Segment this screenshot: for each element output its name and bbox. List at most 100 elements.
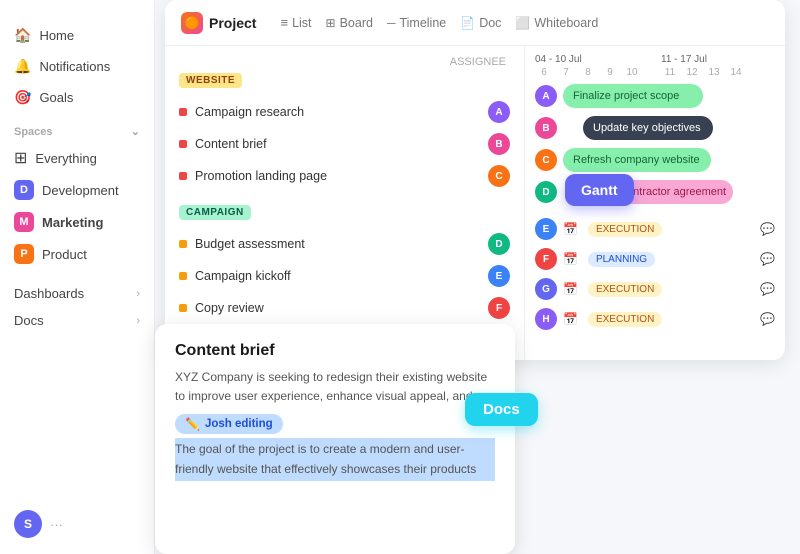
gantt-day: 9 [601,67,619,78]
everything-icon: ⊞ [14,148,27,168]
assignee-avatar: H [535,308,557,330]
tab-board[interactable]: ⊞ Board [326,14,373,32]
task-dot [179,240,187,248]
main-area: 🟠 Project ≡ List ⊞ Board ─ Timeline 📄 [155,0,800,554]
task-name: Copy review [195,301,264,315]
tab-whiteboard[interactable]: ⬜ Whiteboard [515,14,598,32]
sidebar-item-product[interactable]: P Product [0,238,154,270]
assignee-avatar: D [535,181,557,203]
task-name: Campaign kickoff [195,269,291,283]
assignee-avatar: G [535,278,557,300]
tab-doc-label: Doc [479,16,501,30]
tab-list-label: List [292,16,311,30]
project-body: ASSIGNEE WEBSITE Campaign research A Con… [165,46,785,360]
task-list-panel: ASSIGNEE WEBSITE Campaign research A Con… [165,46,525,360]
gantt-dates: 04 - 10 Jul 6 7 8 9 10 11 - 17 Jul [535,54,775,78]
sidebar-item-docs[interactable]: Docs › [0,307,154,334]
list-icon: ≡ [280,15,288,30]
board-icon: ⊞ [326,16,336,30]
gantt-day: 13 [705,67,723,78]
calendar-icon: 📅 [563,222,578,236]
whiteboard-icon: ⬜ [515,16,530,30]
task-dot [179,304,187,312]
pencil-icon: ✏️ [185,417,200,431]
chat-icon: 💬 [760,282,775,296]
editing-user-label: Josh editing [205,418,273,430]
spaces-section-label: Spaces ⌄ [0,113,154,142]
sidebar-item-label: Home [39,28,74,43]
assignee-avatar: D [488,233,510,255]
gantt-tooltip: Gantt [565,174,634,206]
task-name: Campaign research [195,105,304,119]
calendar-icon: 📅 [563,252,578,266]
sidebar-user[interactable]: S ··· [0,504,154,544]
task-dot [179,272,187,280]
tab-board-label: Board [340,16,373,30]
docs-editing-badge: ✏️ Josh editing [175,414,283,434]
chat-icon: 💬 [760,252,775,266]
project-header: 🟠 Project ≡ List ⊞ Board ─ Timeline 📄 [165,0,785,46]
gantt-bar: Finalize project scope [563,84,703,108]
assignee-avatar: B [535,117,557,139]
chevron-right-icon: › [136,315,140,327]
tab-timeline[interactable]: ─ Timeline [387,14,446,32]
gantt-panel: 04 - 10 Jul 6 7 8 9 10 11 - 17 Jul [525,46,785,360]
chat-icon: 💬 [760,312,775,326]
marketing-dot: M [14,212,34,232]
docs-title: Content brief [175,342,495,360]
gantt-week2-label: 11 - 17 Jul [661,54,745,65]
gantt-status-row: E 📅 EXECUTION 💬 [535,214,775,244]
gantt-day: 10 [623,67,641,78]
assignee-avatar: A [488,101,510,123]
gantt-day: 12 [683,67,701,78]
gantt-bar-row: A Finalize project scope [535,84,775,108]
gantt-day: 8 [579,67,597,78]
assignee-avatar: C [488,165,510,187]
sidebar-item-label: Development [42,183,119,198]
gantt-status-rows: E 📅 EXECUTION 💬 F 📅 PLANNING 💬 G 📅 [535,214,775,334]
website-section-label: WEBSITE [179,73,242,88]
gantt-bar: Refresh company website [563,148,711,172]
sidebar-item-label: Notifications [39,59,110,74]
docs-tooltip: Docs [465,393,538,426]
sidebar-item-marketing[interactable]: M Marketing [0,206,154,238]
sidebar-item-notifications[interactable]: 🔔 Notifications [0,51,154,82]
task-name: Content brief [195,137,267,151]
sidebar-item-home[interactable]: 🏠 Home [0,20,154,51]
chevron-down-icon: ⌄ [131,125,140,138]
assignee-avatar: C [535,149,557,171]
sidebar-item-development[interactable]: D Development [0,174,154,206]
dashboards-label: Dashboards [14,286,84,301]
task-row: Copy review F [179,292,510,324]
status-badge: EXECUTION [588,312,662,327]
task-row: Promotion landing page C [179,160,510,192]
tab-doc[interactable]: 📄 Doc [460,14,501,32]
gantt-week1: 04 - 10 Jul 6 7 8 9 10 [535,54,641,78]
avatar: S [14,510,42,538]
assignee-avatar: E [535,218,557,240]
home-icon: 🏠 [14,27,31,44]
project-card: 🟠 Project ≡ List ⊞ Board ─ Timeline 📄 [165,0,785,360]
task-name: Budget assessment [195,237,305,251]
gantt-bar-row: C Refresh company website [535,148,775,172]
task-dot [179,108,187,116]
sidebar-item-label: Goals [39,90,73,105]
sidebar-item-label: Product [42,247,87,262]
task-dot [179,140,187,148]
bell-icon: 🔔 [14,58,31,75]
assignee-avatar: A [535,85,557,107]
status-badge: EXECUTION [588,222,662,237]
sidebar-item-goals[interactable]: 🎯 Goals [0,82,154,113]
development-dot: D [14,180,34,200]
project-title-area: 🟠 Project [181,12,256,34]
tab-list[interactable]: ≡ List [280,13,311,32]
calendar-icon: 📅 [563,282,578,296]
sidebar-item-everything[interactable]: ⊞ Everything [0,142,154,174]
status-badge: EXECUTION [588,282,662,297]
sidebar-item-dashboards[interactable]: Dashboards › [0,280,154,307]
gantt-status-row: G 📅 EXECUTION 💬 [535,274,775,304]
task-row: Budget assessment D [179,228,510,260]
assignee-avatar: E [488,265,510,287]
tab-whiteboard-label: Whiteboard [534,16,598,30]
chevron-right-icon: › [136,288,140,300]
